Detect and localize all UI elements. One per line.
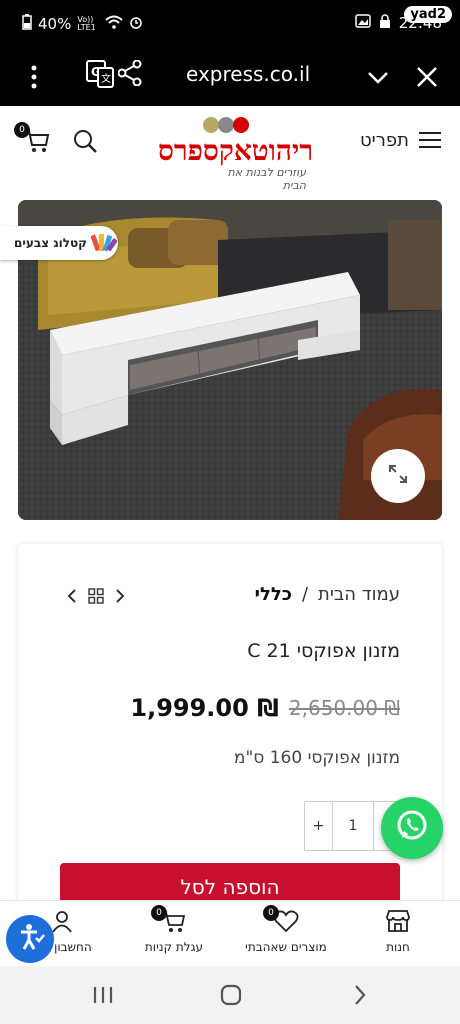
network-label: Vo)) LTE1	[77, 15, 96, 32]
palette-icon	[90, 231, 118, 256]
yad2-badge[interactable]: yad2	[404, 6, 452, 23]
catalog-label: קטלוג צבעים	[14, 236, 87, 250]
store-icon	[385, 910, 411, 936]
product-card: עמוד הבית / כללי מזנון אפוקסי C 21 1,999…	[18, 544, 442, 944]
hamburger-icon[interactable]	[418, 130, 442, 154]
search-icon[interactable]	[72, 128, 98, 158]
nav-cart-label: עגלת קניות	[144, 940, 204, 954]
home-icon[interactable]	[220, 984, 242, 1010]
android-nav-bar	[0, 966, 460, 1024]
bottom-nav: חנות 0 מוצרים שאהבתי 0 עגלת קניות החשבון…	[0, 900, 460, 966]
browser-bar: G文 express.co.il	[0, 50, 460, 106]
logo-tagline: עוזרים לבנות את הבית	[227, 166, 306, 192]
url-text[interactable]: express.co.il	[186, 62, 310, 86]
nav-shop-label: חנות	[386, 940, 410, 954]
chevron-down-icon[interactable]	[366, 66, 390, 94]
close-icon[interactable]	[416, 66, 438, 92]
nav-cart[interactable]: 0 עגלת קניות	[144, 905, 204, 954]
gallery-icon	[355, 14, 371, 32]
more-options-icon[interactable]	[28, 62, 40, 92]
original-price: 2,650.00 ₪	[288, 696, 400, 720]
color-catalog-badge[interactable]: קטלוג צבעים	[0, 226, 118, 260]
recent-apps-icon[interactable]	[92, 985, 114, 1009]
accessibility-icon	[15, 922, 45, 956]
expand-image-button[interactable]	[371, 449, 425, 503]
nav-wishlist[interactable]: 0 מוצרים שאהבתי	[244, 905, 328, 954]
alarm-icon	[129, 15, 143, 33]
product-title: מזנון אפוקסי C 21	[247, 640, 400, 662]
cart-icon: 0	[151, 905, 187, 936]
expand-icon	[388, 464, 408, 488]
quantity-plus-button[interactable]: +	[305, 802, 333, 850]
whatsapp-button[interactable]	[381, 797, 443, 859]
translate-icon[interactable]: G文	[86, 60, 114, 92]
nav-shop[interactable]: חנות	[378, 909, 418, 954]
breadcrumb-home[interactable]: עמוד הבית	[318, 584, 400, 605]
bottom-cart-count-badge: 0	[151, 905, 167, 921]
svg-text:文: 文	[101, 72, 111, 85]
accessibility-button[interactable]	[6, 915, 54, 963]
share-icon[interactable]	[117, 59, 142, 90]
next-product-icon[interactable]	[114, 588, 126, 608]
nav-wishlist-label: מוצרים שאהבתי	[245, 940, 327, 954]
site-logo[interactable]: ריהוטאקספרס עוזרים לבנות את הבית	[156, 114, 313, 192]
grid-icon[interactable]	[88, 588, 104, 608]
sale-price: 1,999.00 ₪	[130, 694, 279, 722]
cart-icon[interactable]: 0	[14, 122, 52, 156]
price-block: 1,999.00 ₪ 2,650.00 ₪	[130, 694, 400, 722]
breadcrumb-current[interactable]: כללי	[255, 584, 292, 605]
wifi-icon	[105, 15, 124, 33]
status-bar: 40% Vo)) LTE1 22:48 yad2	[0, 0, 460, 50]
battery-icon	[22, 14, 32, 34]
quantity-value[interactable]: 1	[333, 802, 373, 850]
menu-label[interactable]: תפריט	[360, 130, 409, 151]
product-description: מזנון אפוקסי 160 ס"מ	[233, 748, 400, 768]
back-icon[interactable]	[352, 984, 368, 1010]
wishlist-count-badge: 0	[263, 905, 279, 921]
battery-percent: 40%	[38, 15, 72, 33]
breadcrumb-separator: /	[301, 584, 309, 605]
whatsapp-icon	[394, 808, 430, 848]
breadcrumb: עמוד הבית / כללי	[255, 584, 400, 605]
heart-icon: 0	[263, 905, 299, 936]
logo-text: ריהוטאקספרס	[158, 134, 314, 167]
prev-product-icon[interactable]	[66, 588, 78, 608]
status-left: 40% Vo)) LTE1	[22, 14, 143, 34]
site-header: 0 ריהוטאקספרס עוזרים לבנות את הבית תפריט	[0, 106, 460, 192]
lock-icon	[379, 14, 391, 32]
cart-count-badge: 0	[14, 122, 30, 138]
